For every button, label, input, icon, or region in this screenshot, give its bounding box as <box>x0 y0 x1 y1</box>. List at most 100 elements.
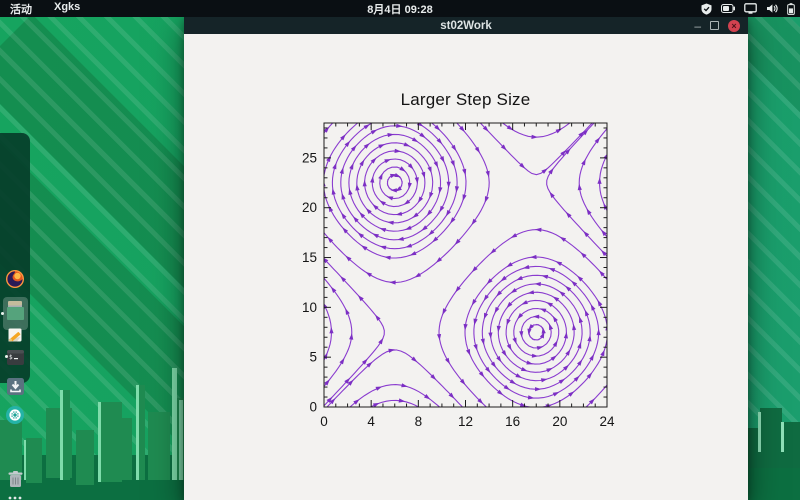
dock-item-software-install[interactable] <box>4 375 26 397</box>
arrowhead <box>370 176 375 183</box>
arrowhead <box>387 220 394 225</box>
y-tick-label: 0 <box>309 400 317 415</box>
arrowhead <box>597 177 602 184</box>
arrowhead <box>405 243 413 248</box>
terminal-icon: $ <box>6 349 24 365</box>
arrowhead <box>552 315 558 323</box>
running-indicator-dot <box>5 355 8 358</box>
activities-button[interactable]: 活动 <box>10 1 32 17</box>
arrowhead <box>328 205 334 213</box>
generic-window-tile <box>7 307 24 320</box>
arrowhead <box>527 395 535 400</box>
arrowhead <box>401 383 408 388</box>
dock-item-trash[interactable] <box>4 468 26 490</box>
arrowhead <box>535 387 542 392</box>
app-window: st02Work – × Larger Step Size 0 4 8 12 16 20 2… <box>184 17 748 500</box>
arrowhead <box>386 196 394 201</box>
window-titlebar[interactable]: st02Work – × <box>184 17 748 34</box>
arrowhead <box>387 133 395 138</box>
arrowhead <box>339 357 345 365</box>
arrowhead <box>348 188 353 195</box>
y-tick-label: 15 <box>302 250 317 265</box>
streamline-path <box>520 315 552 349</box>
arrowhead <box>530 254 537 260</box>
arrowhead <box>548 268 556 273</box>
arrowhead <box>384 159 391 164</box>
arrowhead <box>362 180 367 187</box>
arrowhead <box>494 306 500 314</box>
window-content: Larger Step Size 0 4 8 12 16 20 24 0 5 10 15 20 25 <box>184 34 748 500</box>
arrowhead <box>600 349 605 357</box>
svg-text:$: $ <box>9 354 13 361</box>
arrowhead <box>332 162 337 170</box>
arrowhead <box>396 123 403 128</box>
arrowhead <box>403 142 411 147</box>
dock-item-software-update[interactable] <box>4 404 26 426</box>
arrowhead <box>379 245 387 250</box>
x-tick-label: 8 <box>415 414 423 429</box>
volume-icon <box>767 4 778 13</box>
arrowhead <box>501 350 507 357</box>
streamline-path <box>323 122 467 259</box>
arrowhead <box>552 391 560 397</box>
arrowhead <box>363 124 370 130</box>
arrowhead <box>509 379 517 385</box>
arrowhead <box>424 394 431 400</box>
arrowhead <box>375 314 381 321</box>
arrowhead <box>378 337 384 345</box>
arrowhead <box>375 386 383 391</box>
top-bar: 活动 Xgks 8月4日 09:28 <box>0 0 800 17</box>
arrowhead <box>437 334 442 341</box>
arrowhead <box>555 261 563 266</box>
arrowhead <box>417 196 424 203</box>
app-menu-button[interactable]: Xgks <box>54 1 80 17</box>
streamline-path <box>473 265 600 399</box>
x-tick-label: 20 <box>552 414 567 429</box>
arrowhead <box>379 228 387 233</box>
maximize-button[interactable] <box>710 21 719 30</box>
dock-item-app-grid[interactable] <box>4 492 26 500</box>
arrowhead <box>516 275 523 281</box>
arrowhead <box>341 212 347 219</box>
arrowhead <box>546 302 553 308</box>
arrowhead <box>541 168 548 174</box>
dock-item-xgks-focused[interactable] <box>3 297 28 330</box>
arrowhead <box>409 251 417 256</box>
arrowhead <box>555 128 563 134</box>
arrowhead <box>510 288 517 294</box>
arrowhead <box>597 299 603 307</box>
dock-item-firefox[interactable] <box>4 268 26 290</box>
streamline-path <box>505 299 567 365</box>
arrowhead <box>484 196 489 203</box>
arrowhead <box>450 217 456 224</box>
streamline-path <box>379 166 411 200</box>
arrowhead <box>466 349 471 356</box>
window-title: st02Work <box>440 19 492 32</box>
arrowhead <box>394 148 402 153</box>
arrowhead <box>372 233 379 239</box>
arrowhead <box>483 312 489 320</box>
arrowhead <box>512 337 517 345</box>
arrowhead <box>526 360 534 365</box>
desktop: $ st02Work – × Larger Step Size 0 4 8 12… <box>0 0 800 500</box>
arrowhead <box>549 323 554 331</box>
close-button[interactable]: × <box>728 19 740 32</box>
arrowhead <box>355 184 360 191</box>
clock-label[interactable]: 8月4日 09:28 <box>367 4 432 16</box>
arrowhead <box>411 137 419 143</box>
arrowhead <box>550 355 557 361</box>
x-tick-label: 24 <box>599 414 615 429</box>
arrowhead <box>546 368 553 373</box>
battery-horizontal-icon <box>721 4 735 13</box>
minimize-button[interactable]: – <box>694 20 701 32</box>
arrowhead <box>577 359 583 366</box>
dock-item-terminal[interactable]: $ <box>4 346 26 368</box>
streamline-path <box>489 283 583 382</box>
system-tray[interactable] <box>701 0 795 17</box>
arrowhead <box>521 300 528 305</box>
running-indicator-dot <box>1 312 4 315</box>
arrowhead <box>581 158 586 166</box>
arrowhead <box>510 233 518 238</box>
dock: $ <box>0 133 30 500</box>
download-icon <box>6 377 24 395</box>
